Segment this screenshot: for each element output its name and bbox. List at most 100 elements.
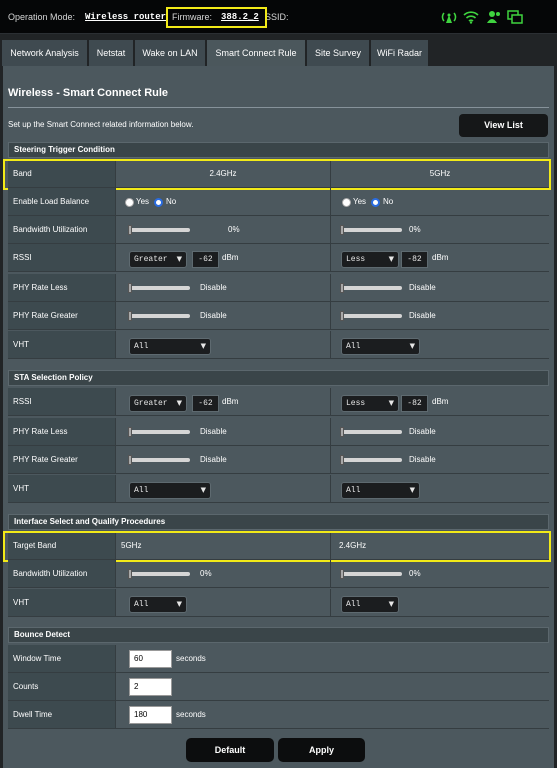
- load-balance-yes-radio-2[interactable]: [342, 198, 351, 207]
- counts-label: Counts: [8, 673, 115, 700]
- rssi-label: RSSI: [8, 244, 115, 271]
- wifi-signal-icon[interactable]: [462, 10, 480, 24]
- sta-phy-greater-slider-1[interactable]: [128, 455, 190, 465]
- iface-vht-label: VHT: [8, 589, 115, 616]
- slider-handle[interactable]: [128, 569, 132, 579]
- iface-vht-select-1[interactable]: All ▼: [129, 596, 187, 613]
- phy-less-slider-1[interactable]: [128, 283, 190, 293]
- slider-handle[interactable]: [340, 311, 344, 321]
- wifi-broadcast-icon[interactable]: [440, 10, 458, 24]
- iface-vht-select-2[interactable]: All ▼: [341, 596, 399, 613]
- iface-bw-value-2: 0%: [409, 569, 421, 578]
- sta-phy-greater-slider-2[interactable]: [340, 455, 402, 465]
- row-iface-vht: VHT All ▼ All ▼: [8, 589, 549, 617]
- bw-slider-1[interactable]: [128, 225, 190, 235]
- section-interface-select: Interface Select and Qualify Procedures: [8, 514, 549, 530]
- rssi-value-input-1[interactable]: -62: [192, 251, 219, 268]
- slider-handle[interactable]: [340, 455, 344, 465]
- no-label-1: No: [166, 197, 177, 206]
- slider-handle[interactable]: [340, 225, 344, 235]
- counts-input[interactable]: 2: [129, 678, 172, 696]
- slider-handle[interactable]: [340, 427, 344, 437]
- tab-bar: Network Analysis Netstat Wake on LAN Sma…: [0, 36, 557, 66]
- load-balance-no-radio-1[interactable]: [154, 198, 163, 207]
- sta-rssi-value-input-2[interactable]: -82: [401, 395, 428, 412]
- dwell-time-unit: seconds: [176, 710, 206, 719]
- vht-select-2[interactable]: All ▼: [341, 338, 420, 355]
- iface-bw-value-1: 0%: [200, 569, 212, 578]
- title-divider: [8, 107, 549, 108]
- load-balance-yes-radio-1[interactable]: [125, 198, 134, 207]
- slider-handle[interactable]: [340, 283, 344, 293]
- row-sta-rssi: RSSI Greater ▼ -62 dBm Less ▼ -82 dBm: [8, 388, 549, 416]
- band-highlight-box: [3, 159, 551, 190]
- page-title: Wireless - Smart Connect Rule: [8, 87, 169, 99]
- tab-netstat[interactable]: Netstat: [89, 40, 134, 66]
- sta-phy-less-value-1: Disable: [200, 427, 227, 436]
- slider-handle[interactable]: [340, 569, 344, 579]
- yes-label-2: Yes: [353, 197, 367, 206]
- sta-rssi-unit-1: dBm: [222, 397, 239, 406]
- window-time-input[interactable]: 60: [129, 650, 172, 668]
- section-sta-selection: STA Selection Policy: [8, 370, 549, 386]
- row-bandwidth-utilization: Bandwidth Utilization 0% 0%: [8, 216, 549, 244]
- slider-handle[interactable]: [128, 225, 132, 235]
- rssi-compare-select-1[interactable]: Greater ▼: [129, 251, 187, 268]
- load-balance-no-radio-2[interactable]: [371, 198, 380, 207]
- view-list-button[interactable]: View List: [459, 114, 548, 137]
- yes-label-1: Yes: [136, 197, 150, 206]
- operation-mode-label: Operation Mode:: [8, 12, 76, 22]
- phy-greater-label: PHY Rate Greater: [8, 302, 115, 329]
- tab-smart-connect-rule[interactable]: Smart Connect Rule: [207, 40, 306, 66]
- iface-bw-slider-2[interactable]: [340, 569, 402, 579]
- load-balance-label: Enable Load Balance: [8, 188, 115, 215]
- user-icon[interactable]: [484, 10, 502, 24]
- sta-rssi-compare-select-2[interactable]: Less ▼: [341, 395, 399, 412]
- sta-rssi-compare-select-1[interactable]: Greater ▼: [129, 395, 187, 412]
- phy-greater-slider-2[interactable]: [340, 311, 402, 321]
- apply-button[interactable]: Apply: [278, 738, 365, 762]
- phy-less-value-1: Disable: [200, 283, 227, 292]
- devices-icon[interactable]: [506, 10, 524, 24]
- iface-bw-slider-1[interactable]: [128, 569, 190, 579]
- top-status-bar: Operation Mode: Wireless router Firmware…: [0, 0, 557, 34]
- slider-handle[interactable]: [128, 311, 132, 321]
- phy-greater-slider-1[interactable]: [128, 311, 190, 321]
- vht-label: VHT: [8, 331, 115, 358]
- sta-vht-select-1[interactable]: All ▼: [129, 482, 211, 499]
- sta-phy-less-slider-1[interactable]: [128, 427, 190, 437]
- rssi-value-input-2[interactable]: -82: [401, 251, 428, 268]
- sta-phy-greater-value-2: Disable: [409, 455, 436, 464]
- sta-vht-select-2[interactable]: All ▼: [341, 482, 420, 499]
- status-icons: [440, 10, 524, 24]
- phy-greater-value-1: Disable: [200, 311, 227, 320]
- bw-value-1: 0%: [228, 225, 240, 234]
- tab-site-survey[interactable]: Site Survey: [307, 40, 370, 66]
- window-time-unit: seconds: [176, 654, 206, 663]
- section-bounce-detect: Bounce Detect: [8, 627, 549, 643]
- window-time-label: Window Time: [8, 645, 115, 672]
- slider-handle[interactable]: [128, 455, 132, 465]
- tab-network-analysis[interactable]: Network Analysis: [2, 40, 88, 66]
- sta-phy-less-slider-2[interactable]: [340, 427, 402, 437]
- row-iface-bandwidth: Bandwidth Utilization 0% 0%: [8, 560, 549, 588]
- row-phy-rate-less: PHY Rate Less Disable Disable: [8, 274, 549, 302]
- slider-handle[interactable]: [128, 427, 132, 437]
- tab-wake-on-lan[interactable]: Wake on LAN: [135, 40, 206, 66]
- slider-handle[interactable]: [128, 283, 132, 293]
- default-button[interactable]: Default: [186, 738, 274, 762]
- vht-select-1[interactable]: All ▼: [129, 338, 211, 355]
- operation-mode-link[interactable]: Wireless router: [85, 12, 166, 22]
- phy-less-value-2: Disable: [409, 283, 436, 292]
- phy-less-label: PHY Rate Less: [8, 274, 115, 301]
- sta-phy-greater-label: PHY Rate Greater: [8, 446, 115, 473]
- tab-wifi-radar[interactable]: WiFi Radar: [371, 40, 429, 66]
- sta-rssi-unit-2: dBm: [432, 397, 449, 406]
- bw-slider-2[interactable]: [340, 225, 402, 235]
- sta-rssi-value-input-1[interactable]: -62: [192, 395, 219, 412]
- sta-vht-label: VHT: [8, 475, 115, 502]
- phy-less-slider-2[interactable]: [340, 283, 402, 293]
- rssi-compare-select-2[interactable]: Less ▼: [341, 251, 399, 268]
- sta-phy-less-label: PHY Rate Less: [8, 418, 115, 445]
- dwell-time-input[interactable]: 180: [129, 706, 172, 724]
